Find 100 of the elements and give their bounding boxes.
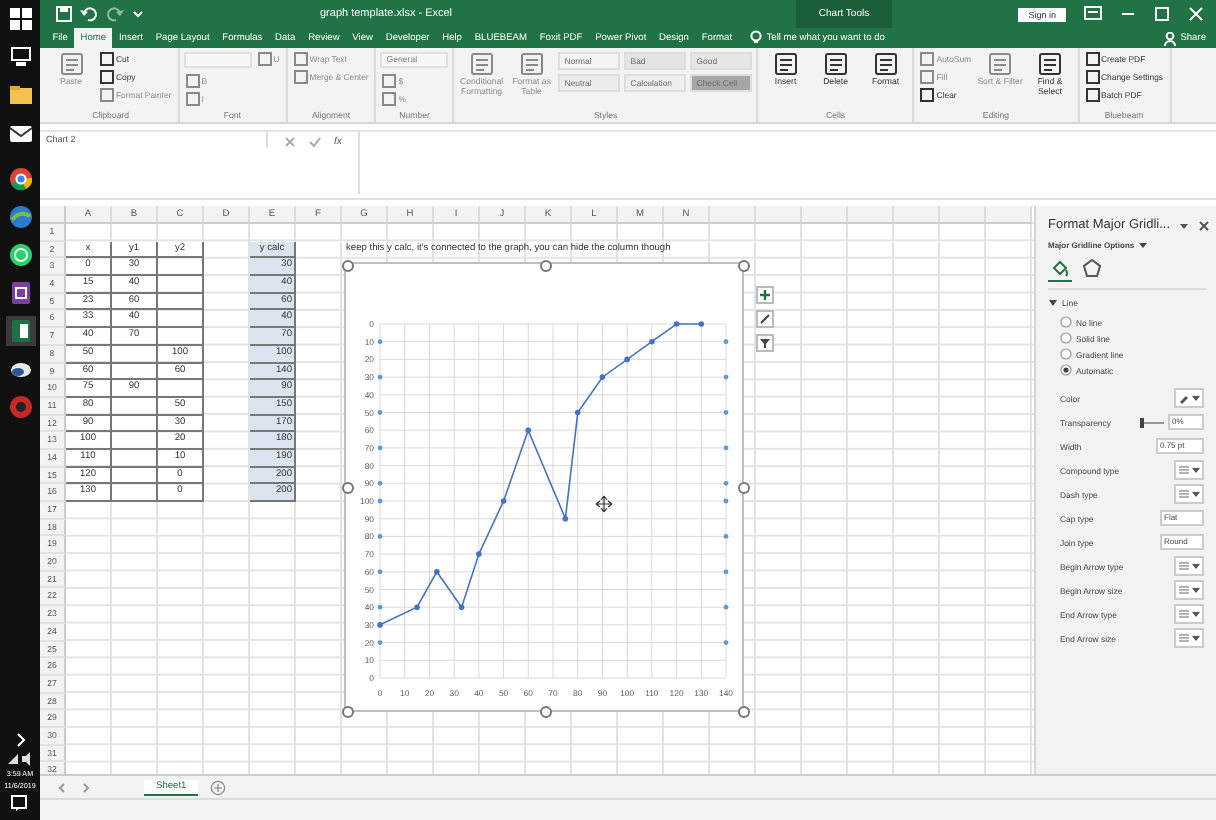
command-icon xyxy=(773,52,798,76)
radio-button[interactable] xyxy=(1060,316,1072,328)
caret-icon xyxy=(1192,634,1200,642)
data-point xyxy=(673,321,680,327)
selection-handle xyxy=(377,410,383,415)
resize-handle[interactable] xyxy=(539,259,551,271)
data-point xyxy=(500,498,507,504)
caret-icon xyxy=(1138,240,1149,250)
brush-icon[interactable] xyxy=(756,310,774,328)
command-icon xyxy=(988,52,1013,76)
selection-handle xyxy=(377,339,383,345)
windows-icon[interactable] xyxy=(5,4,35,34)
selection-handle xyxy=(377,534,383,539)
data-point xyxy=(525,427,532,433)
selection-handle xyxy=(377,374,383,380)
style-dropdown[interactable] xyxy=(1174,484,1204,504)
style-dropdown[interactable] xyxy=(1174,628,1204,648)
radio-button[interactable] xyxy=(1060,364,1072,376)
caret-icon xyxy=(1192,562,1200,570)
lines-icon xyxy=(1178,632,1190,644)
data-point xyxy=(377,622,383,628)
selection-handle xyxy=(377,498,383,504)
selection-handle xyxy=(723,534,729,539)
lines-icon xyxy=(1178,464,1190,476)
command-icon xyxy=(519,52,544,76)
data-point xyxy=(458,604,465,610)
caret-icon[interactable] xyxy=(1178,219,1191,231)
resize-handle[interactable] xyxy=(341,259,353,271)
lines-icon xyxy=(1178,488,1190,500)
style-dropdown[interactable] xyxy=(1174,604,1204,624)
undo-icon[interactable] xyxy=(80,6,98,22)
resize-handle[interactable] xyxy=(539,705,551,717)
command-icon xyxy=(873,52,898,76)
filter-icon[interactable] xyxy=(756,334,774,352)
selection-handle xyxy=(377,604,383,610)
radio-button[interactable] xyxy=(1060,348,1072,360)
style-dropdown[interactable] xyxy=(1174,460,1204,480)
selection-handle xyxy=(723,480,729,486)
caret-icon xyxy=(1192,466,1200,474)
selection-handle xyxy=(723,498,729,504)
resize-handle[interactable] xyxy=(737,482,749,494)
chat-icon[interactable] xyxy=(5,240,35,270)
resize-handle[interactable] xyxy=(737,259,749,271)
data-point xyxy=(624,356,630,363)
style-dropdown[interactable] xyxy=(1174,580,1204,600)
resize-handle[interactable] xyxy=(341,482,353,494)
selection-handle xyxy=(723,445,729,451)
data-point xyxy=(599,374,606,380)
scroll-left-icon[interactable] xyxy=(56,781,68,793)
close-icon[interactable] xyxy=(1198,219,1211,231)
selection-handle xyxy=(377,569,383,575)
ribbon-display-icon[interactable] xyxy=(1084,6,1102,22)
command-icon xyxy=(469,52,494,76)
spreadsheet-app-icon[interactable] xyxy=(5,316,35,346)
caret-icon xyxy=(1192,394,1200,402)
data-point xyxy=(476,551,482,557)
color-picker-button[interactable] xyxy=(1174,388,1204,408)
lines-icon xyxy=(1178,608,1190,620)
data-point xyxy=(434,569,440,575)
selection-handle xyxy=(377,445,383,451)
command-icon xyxy=(1038,52,1063,76)
selection-handle xyxy=(377,640,383,645)
scroll-right-icon[interactable] xyxy=(80,781,92,793)
data-point xyxy=(414,604,420,610)
chrome-icon[interactable] xyxy=(5,164,35,194)
network-volume-icon[interactable] xyxy=(5,752,34,766)
redo-icon[interactable] xyxy=(106,6,124,22)
selection-handle xyxy=(723,410,729,415)
globe-icon[interactable] xyxy=(5,202,35,232)
chevron-icon[interactable] xyxy=(11,732,28,748)
data-point xyxy=(574,409,581,416)
data-point xyxy=(562,515,569,522)
selection-handle xyxy=(723,339,729,345)
record-icon[interactable] xyxy=(5,392,35,422)
resize-handle[interactable] xyxy=(737,705,749,717)
data-point xyxy=(649,338,655,345)
notification-icon[interactable] xyxy=(10,794,29,812)
resize-handle[interactable] xyxy=(341,705,353,717)
save-icon[interactable] xyxy=(56,6,72,22)
selection-handle xyxy=(377,480,383,486)
caret-icon xyxy=(1192,586,1200,594)
style-dropdown[interactable] xyxy=(1174,556,1204,576)
lines-icon xyxy=(1178,560,1190,572)
pentagon-icon[interactable] xyxy=(1080,256,1104,282)
folder-icon[interactable] xyxy=(5,80,35,110)
lines-icon xyxy=(1178,584,1190,596)
lightbulb-icon xyxy=(750,30,763,46)
command-icon xyxy=(823,52,848,76)
pen-icon xyxy=(1178,392,1190,404)
command-icon xyxy=(257,52,272,66)
check-icon[interactable] xyxy=(308,136,322,148)
task-view-icon[interactable] xyxy=(5,42,35,72)
add-sheet-icon[interactable] xyxy=(210,779,227,795)
customize-caret-icon[interactable] xyxy=(132,6,144,22)
paint-bucket-icon[interactable] xyxy=(1048,256,1072,282)
radio-button[interactable] xyxy=(1060,332,1072,344)
command-icon xyxy=(59,52,83,76)
add-element-icon[interactable] xyxy=(756,286,774,304)
restore-icon[interactable] xyxy=(1154,6,1170,22)
data-point xyxy=(698,321,705,327)
